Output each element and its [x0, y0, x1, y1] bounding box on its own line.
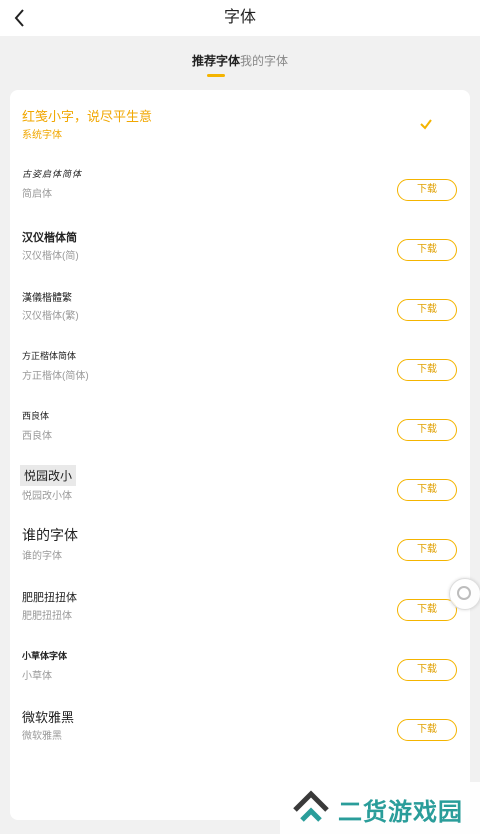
font-item: 古姿启体简体 简启体 下载: [10, 161, 470, 221]
font-name: 悦园改小体: [22, 491, 72, 502]
font-name: 方正楷体(简体): [22, 371, 89, 382]
download-button[interactable]: 下载: [397, 539, 457, 561]
font-preview: 肥肥扭扭体: [22, 592, 77, 604]
page-title: 字体: [223, 9, 256, 26]
tab-recommended-fonts[interactable]: 推荐字体: [192, 52, 240, 77]
font-preview: 谁的字体: [22, 527, 78, 543]
download-button[interactable]: 下载: [397, 419, 457, 441]
font-preview: 红笺小字，说尽平生意: [22, 109, 153, 124]
font-name: 小草体: [22, 671, 52, 682]
tab-my-fonts[interactable]: 我的字体: [240, 52, 288, 77]
font-preview: 方正楷体简体: [22, 352, 77, 362]
download-button[interactable]: 下载: [397, 479, 457, 501]
font-tabs: 推荐字体我的字体: [0, 52, 480, 82]
font-preview: 古姿启体简体: [22, 170, 83, 180]
site-logo-icon: [293, 790, 329, 822]
font-item: 西良体 西良体 下载: [10, 401, 470, 461]
download-button[interactable]: 下载: [397, 179, 457, 201]
font-preview: 微软雅黑: [22, 710, 75, 725]
font-item: 漢儀楷體繁 汉仪楷体(繁) 下载: [10, 281, 470, 341]
download-button[interactable]: 下载: [397, 299, 457, 321]
font-item: 悦园改小 悦园改小体 下载: [10, 461, 470, 521]
font-item: 方正楷体简体 方正楷体(简体) 下载: [10, 341, 470, 401]
top-bar: 字体: [0, 0, 480, 36]
download-button[interactable]: 下载: [397, 719, 457, 741]
checkmark-icon: [420, 119, 432, 130]
font-name: 微软雅黑: [22, 731, 62, 742]
font-list: 红笺小字，说尽平生意 系统字体 古姿启体简体 简启体 下载 汉仪楷体简 汉仪楷体…: [10, 90, 470, 820]
font-name: 汉仪楷体(繁): [22, 311, 79, 322]
font-name: 谁的字体: [22, 551, 62, 562]
font-name: 肥肥扭扭体: [22, 611, 72, 622]
download-button[interactable]: 下载: [397, 359, 457, 381]
font-item: 汉仪楷体简 汉仪楷体(简) 下载: [10, 221, 470, 281]
font-item: 微软雅黑 微软雅黑 下载: [10, 701, 470, 761]
font-name: 系统字体: [22, 130, 62, 141]
font-preview: 小草体字体: [22, 651, 68, 661]
download-button[interactable]: 下载: [397, 239, 457, 261]
download-button[interactable]: 下载: [397, 599, 457, 621]
font-preview: 悦园改小: [20, 465, 77, 486]
download-button[interactable]: 下载: [397, 659, 457, 681]
watermark: 二货游戏园: [280, 782, 480, 834]
watermark-text: 二货游戏园: [338, 799, 463, 826]
font-item: 小草体字体 小草体 下载: [10, 641, 470, 701]
font-name: 汉仪楷体(简): [22, 251, 79, 262]
font-preview: 西良体: [22, 411, 50, 421]
font-item-system[interactable]: 红笺小字，说尽平生意 系统字体: [10, 98, 470, 158]
font-preview: 漢儀楷體繁: [22, 293, 72, 304]
font-name: 简启体: [22, 189, 52, 200]
font-name: 西良体: [22, 431, 52, 442]
font-item: 谁的字体 谁的字体 下载: [10, 521, 470, 581]
font-preview: 汉仪楷体简: [22, 231, 77, 244]
floating-assistive-touch-button[interactable]: [449, 578, 480, 610]
font-item: 肥肥扭扭体 肥肥扭扭体 下载: [10, 581, 470, 641]
